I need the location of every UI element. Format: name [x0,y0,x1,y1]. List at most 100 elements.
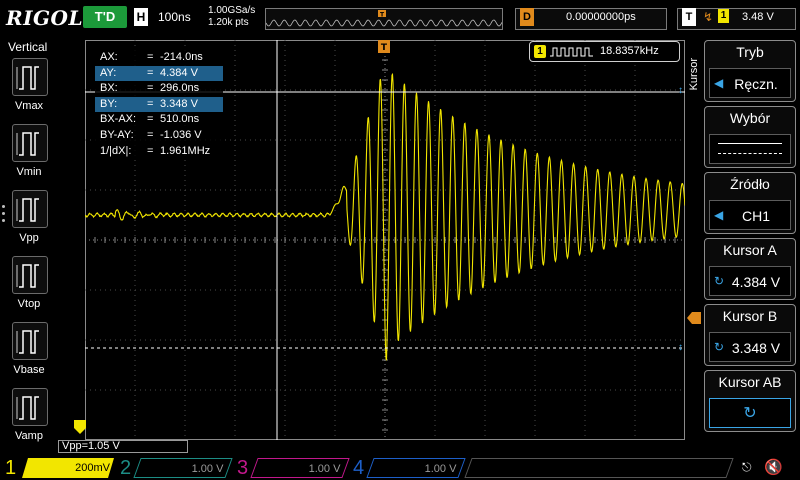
selection-button[interactable]: Wybór [704,106,796,168]
channel-4-number[interactable]: 4 [353,456,364,480]
cursor-b-button-value-box: ↻ 3.348 V [709,332,791,362]
channel-3-number[interactable]: 3 [237,456,248,480]
page-dot [2,205,5,208]
cursor-readout-value: -214.0ns [160,50,203,66]
cursor-b-button[interactable]: Kursor B ↻ 3.348 V [704,304,796,366]
cursor-readout-name: AX: [100,50,118,66]
channel-1-scale-value: 200mV [75,462,110,474]
measure-vmin-button[interactable] [12,124,48,162]
measure-vpp-button[interactable] [12,190,48,228]
memory-depth: 1.20k pts [208,17,249,28]
channel-3-scale[interactable]: 1.00 V [250,458,349,478]
mode-button-title: Tryb [705,44,795,60]
speaker-mute-icon[interactable]: 🔇 [764,458,783,476]
run-status-badge[interactable]: T'D [83,6,127,28]
trigger-level-value: 3.48 V [742,11,774,23]
channel-1-number[interactable]: 1 [5,456,16,480]
cursor-a-button-value-box: ↻ 4.384 V [709,266,791,296]
vmax-icon [13,59,47,95]
cursor-a-button-title: Kursor A [705,242,795,258]
cursor-readout-name: AY: [100,66,116,82]
cursor-b-button-title: Kursor B [705,308,795,324]
cursor-readout-name: BY: [100,97,117,113]
cursor-readout-name: 1/|dX|: [100,144,131,160]
cursor-a-button-value: 4.384 V [710,274,790,290]
vpp-icon [13,191,47,227]
measure-vtop-label: Vtop [0,298,58,310]
rotate-knob-icon: ↻ [710,403,790,423]
rising-edge-icon: ↯ [703,10,713,24]
delay-value: 0.00000000ps [566,11,636,23]
cursor-readout-row: BX: = 296.0ns [95,81,223,97]
selection-button-title: Wybór [705,110,795,126]
selection-button-value-box [709,134,791,164]
menu-tab-label: Kursor [688,58,702,90]
cursor-readout-equals: = [147,81,153,97]
measure-vpp-label: Vpp [0,232,58,244]
trigger-level-marker[interactable] [687,312,701,324]
frequency-channel: 1 [534,45,546,58]
measure-vmax-button[interactable] [12,58,48,96]
channel-bar: ⎋ 🔇 1 200mV 2 1.00 V 3 1.00 V 4 1.00 V [0,456,800,480]
trigger-source-channel: 1 [718,9,729,23]
trigger-key: T [682,8,696,26]
waveform-preview-icon: T [266,9,502,29]
square-wave-icon [550,46,594,58]
mode-button-value: Ręczn. [710,76,790,92]
cursor-readout-row: AX: = -214.0ns [95,50,223,66]
cursor-b-button-value: 3.348 V [710,340,790,356]
source-button[interactable]: Źródło ◀ CH1 [704,172,796,234]
mode-button-value-box: ◀ Ręczn. [709,68,791,98]
cursor-readout-row: BY-AY: = -1.036 V [95,128,223,144]
cursor-ab-button-title: Kursor AB [705,374,795,390]
cursor-readout-name: BX: [100,81,118,97]
page-dot [2,212,5,215]
source-button-value: CH1 [710,208,790,224]
cursor-ab-button-value-box: ↻ [709,398,791,428]
cursor-readout-value: 296.0ns [160,81,199,97]
trigger-position-bar[interactable]: T [265,8,503,30]
cursor-readout-row: AY: = 4.384 V [95,66,223,82]
vtop-icon [13,257,47,293]
measure-vtop-button[interactable] [12,256,48,294]
vmin-icon [13,125,47,161]
measure-vmin-label: Vmin [0,166,58,178]
cursor-readout-row: BY: = 3.348 V [95,97,223,113]
cursor-readout-value: 4.384 V [160,66,198,82]
timebase-value[interactable]: 100ns [158,10,191,24]
cursor-readout-table: AX: = -214.0ns AY: = 4.384 V BX: = 296.0ns BY: = 3.… [95,50,223,159]
channel-2-scale[interactable]: 1.00 V [133,458,232,478]
source-button-value-box: ◀ CH1 [709,200,791,230]
source-button-title: Źródło [705,176,795,192]
measure-vbase-button[interactable] [12,322,48,360]
measurement-readout: Vpp=1.05 V [58,440,188,453]
channel-2-number[interactable]: 2 [120,456,131,480]
channel-2-scale-value: 1.00 V [192,459,224,479]
cursor-readout-name: BX-AX: [100,112,136,128]
cursor-b-arrow-icon: ↕ [678,342,683,353]
cursor-a-button[interactable]: Kursor A ↻ 4.384 V [704,238,796,300]
cursor-readout-value: 1.961MHz [160,144,210,160]
cursor-ab-button[interactable]: Kursor AB ↻ [704,370,796,432]
math-box[interactable] [464,458,733,478]
cursor-readout-value: 3.348 V [160,97,198,113]
channel-4-scale-value: 1.00 V [425,459,457,479]
vamp-icon [13,389,47,425]
trigger-position-marker[interactable]: T [378,40,392,54]
cursor-readout-equals: = [147,144,153,160]
channel-1-scale[interactable]: 200mV [22,458,114,478]
cursor-readout-value: -1.036 V [160,128,202,144]
measure-vamp-button[interactable] [12,388,48,426]
cursor-readout-equals: = [147,50,153,66]
channel-3-scale-value: 1.00 V [309,459,341,479]
measure-vamp-label: Vamp [0,430,58,442]
cursor-readout-value: 510.0ns [160,112,199,128]
cursor-readout-equals: = [147,128,153,144]
cursor-readout-equals: = [147,97,153,113]
measurement-panel-title: Vertical [8,40,47,54]
page-dot [2,219,5,222]
channel-4-scale[interactable]: 1.00 V [366,458,465,478]
sample-rate: 1.00GSa/s [208,5,255,16]
mode-button[interactable]: Tryb ◀ Ręczn. [704,40,796,102]
ch1-ground-marker[interactable] [74,420,86,434]
